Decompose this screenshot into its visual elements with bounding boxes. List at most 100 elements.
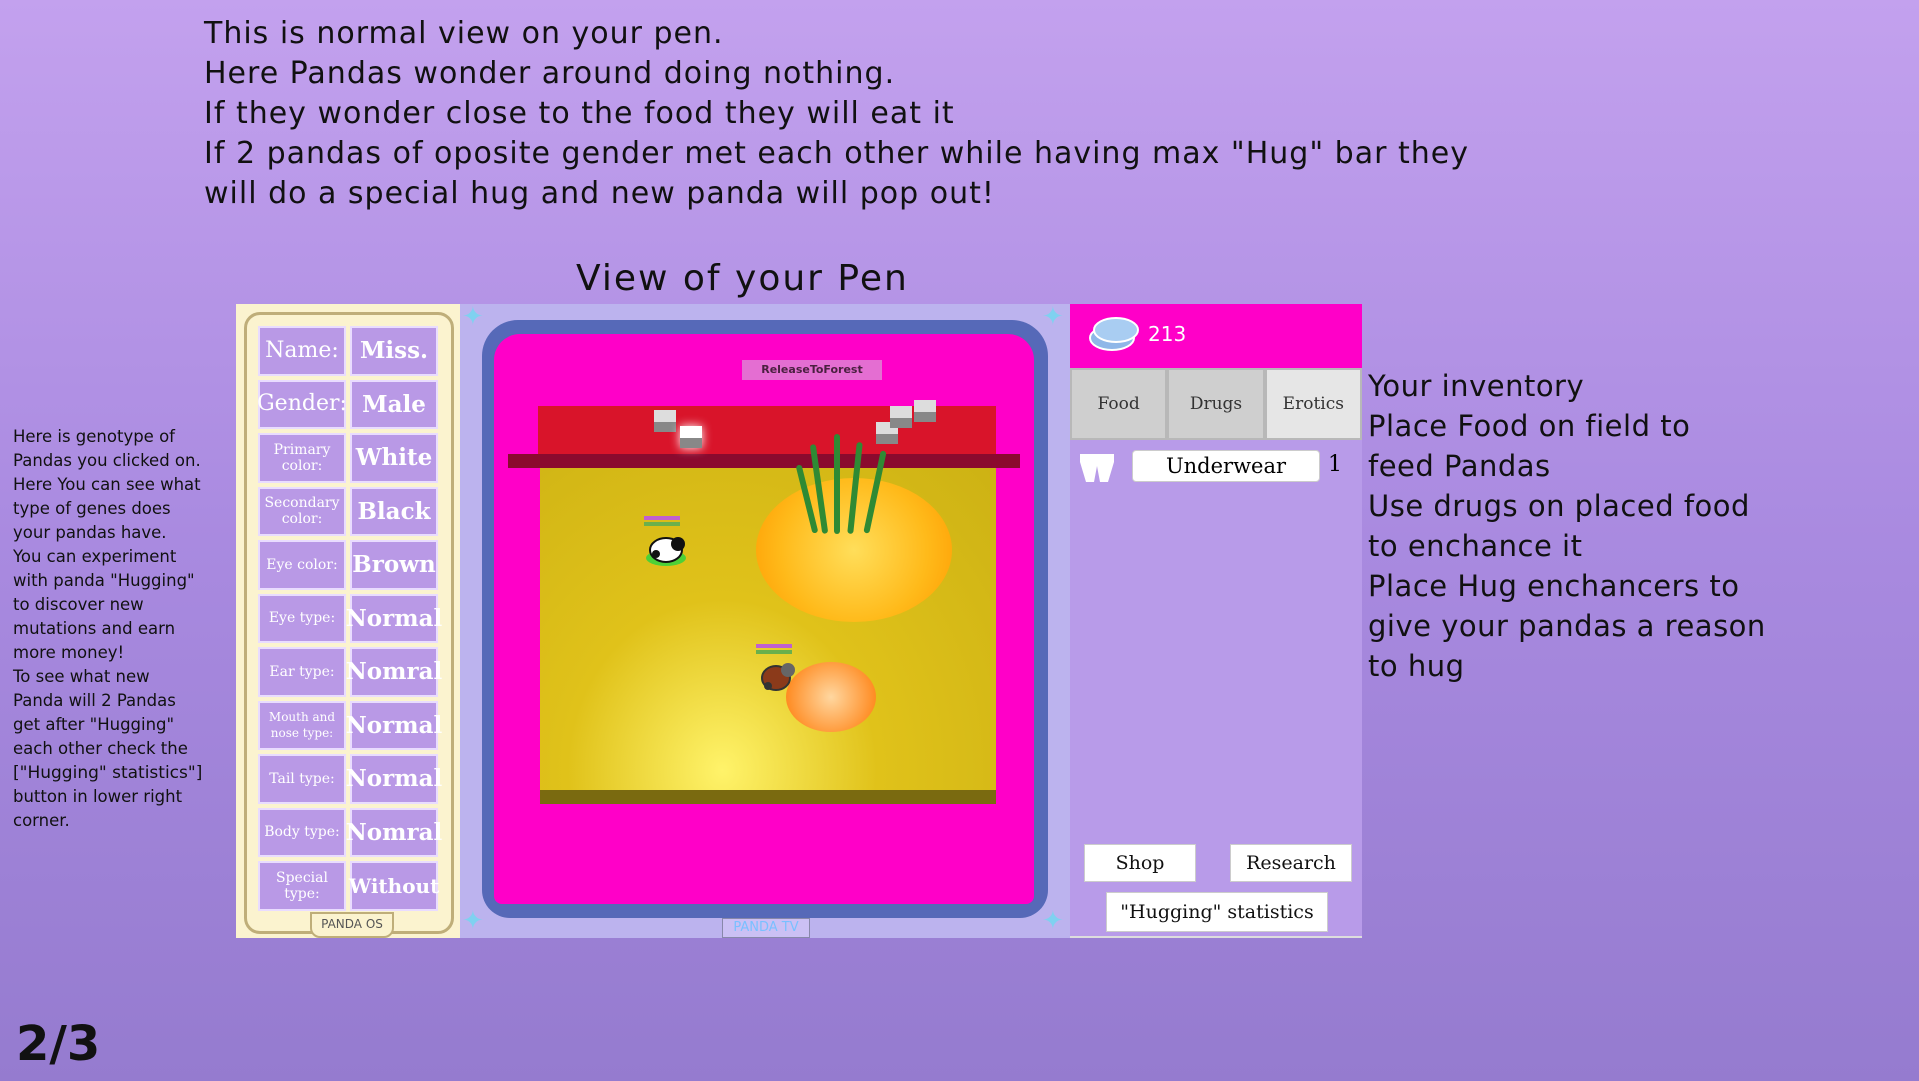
bamboo-stalk [834,434,840,534]
intro-line: will do a special hug and new panda will… [204,176,995,211]
shop-button[interactable]: Shop [1084,844,1196,882]
gene-key: Gender: [257,379,347,429]
gene-key: Body type: [258,807,346,857]
intro-line: If they wonder close to the food they wi… [204,96,955,131]
hugging-statistics-button[interactable]: "Hugging" statistics [1106,892,1328,932]
gene-row: Body type: Nomral [258,807,442,857]
note-line: Here You can see what [13,475,201,494]
note-line: feed Pandas [1368,449,1551,483]
gene-value: Miss. [350,326,438,376]
gene-key: Eye type: [258,593,346,643]
note-line: Panda will 2 Pandas [13,691,176,710]
tab-drugs[interactable]: Drugs [1167,368,1265,440]
panda-icon [761,663,795,691]
pen-floor-edge [540,790,996,804]
panda-icon [646,537,686,566]
star-icon: ✦ [1042,906,1064,936]
gene-row: Special type: Without [258,861,439,911]
gene-key: Primary color: [258,433,346,483]
hug-bar [644,516,680,520]
gene-row: Primary color: White [258,433,438,483]
intro-line: This is normal view on your pen. [204,16,724,51]
note-line: ["Hugging" statistics"] [13,763,203,783]
note-line: get after "Hugging" [13,715,175,734]
gene-key: Secondary color: [258,486,346,536]
note-line: You can experiment [13,547,177,566]
note-line: type of genes does [13,499,171,518]
note-line: mutations and earn [13,619,176,638]
gene-row: Name: Miss. [258,326,438,376]
note-line: to discover new [13,595,144,614]
inventory-tabs: Food Drugs Erotics [1070,368,1362,440]
panda-brown[interactable] [756,642,804,700]
gene-row: Mouth and nose type: Normal [258,700,442,750]
note-line: give your pandas a reason [1368,609,1766,643]
panda-tv-label: PANDA TV [722,918,810,938]
genotype-grid: Name: Miss. Gender: Male Primary color: Whi… [257,326,442,915]
wall-block [914,400,936,422]
note-line: button in lower right [13,787,183,806]
star-icon: ✦ [462,906,484,936]
hug-bar [756,644,792,648]
intro-text: This is normal view on your pen. Here Pa… [204,14,1469,214]
gene-row: Gender: Male [257,379,438,429]
note-line: corner. [13,811,70,830]
research-button[interactable]: Research [1230,844,1352,882]
note-line: Your inventory [1368,369,1585,403]
gene-value: Brown [350,540,438,590]
gene-key: Name: [258,326,346,376]
gene-value: Normal [346,593,442,643]
gene-row: Secondary color: Black [258,486,438,536]
note-line: each other check the [13,739,188,758]
pen-view: ✦ ✦ ✦ ✦ ReleaseToForest PANDA TV [460,304,1070,938]
money-header: 213 [1070,304,1362,368]
gene-row: Ear type: Nomral [258,647,442,697]
note-line: Place Hug enchancers to [1368,569,1740,603]
inventory-item[interactable]: Underwear 1 [1078,446,1358,486]
gene-row: Eye type: Normal [258,593,442,643]
note-line: Here is genotype of [13,427,175,446]
page-number: 2/3 [16,1016,101,1072]
gene-value: White [350,433,438,483]
star-icon: ✦ [1042,302,1064,332]
gene-value: Male [350,379,438,429]
genotype-note: Here is genotype of Pandas you clicked o… [13,425,233,833]
money-amount: 213 [1148,322,1187,346]
pen-wall-edge [508,454,1020,468]
panda-os-label: PANDA OS [310,912,394,938]
item-quantity: 1 [1328,452,1342,477]
coins-icon [1089,317,1139,351]
gene-row: Tail type: Normal [258,754,442,804]
release-to-forest-button[interactable]: ReleaseToForest [742,360,882,380]
gene-key: Eye color: [258,540,346,590]
gene-key: Ear type: [258,647,346,697]
wall-block [890,406,912,428]
note-line: Place Food on field to [1368,409,1691,443]
note-line: with panda "Hugging" [13,571,195,590]
food-bar [756,650,792,654]
inventory-panel: 213 Food Drugs Erotics Underwear 1 Shop … [1070,304,1362,938]
gene-key: Tail type: [258,754,346,804]
tab-erotics[interactable]: Erotics [1264,368,1362,440]
pen-title: View of your Pen [576,258,909,299]
intro-line: If 2 pandas of oposite gender met each o… [204,136,1469,171]
note-line: To see what new [13,667,150,686]
wall-block [680,426,702,448]
wall-block [654,410,676,432]
underwear-icon [1080,454,1114,482]
gene-value: Normal [346,700,442,750]
star-icon: ✦ [462,302,484,332]
item-name: Underwear [1132,450,1320,482]
note-line: more money! [13,643,125,662]
panda-white[interactable] [644,514,692,572]
note-line: to hug [1368,649,1465,683]
note-line: Pandas you clicked on. [13,451,201,470]
pen-field[interactable]: ReleaseToForest [494,334,1034,904]
food-bar [644,522,680,526]
gene-key: Mouth and nose type: [258,700,346,750]
gene-value: Without [349,861,439,911]
gene-value: Nomral [346,647,442,697]
inventory-note: Your inventory Place Food on field to fe… [1368,366,1766,686]
note-line: to enchance it [1368,529,1583,563]
tab-food[interactable]: Food [1070,368,1168,440]
